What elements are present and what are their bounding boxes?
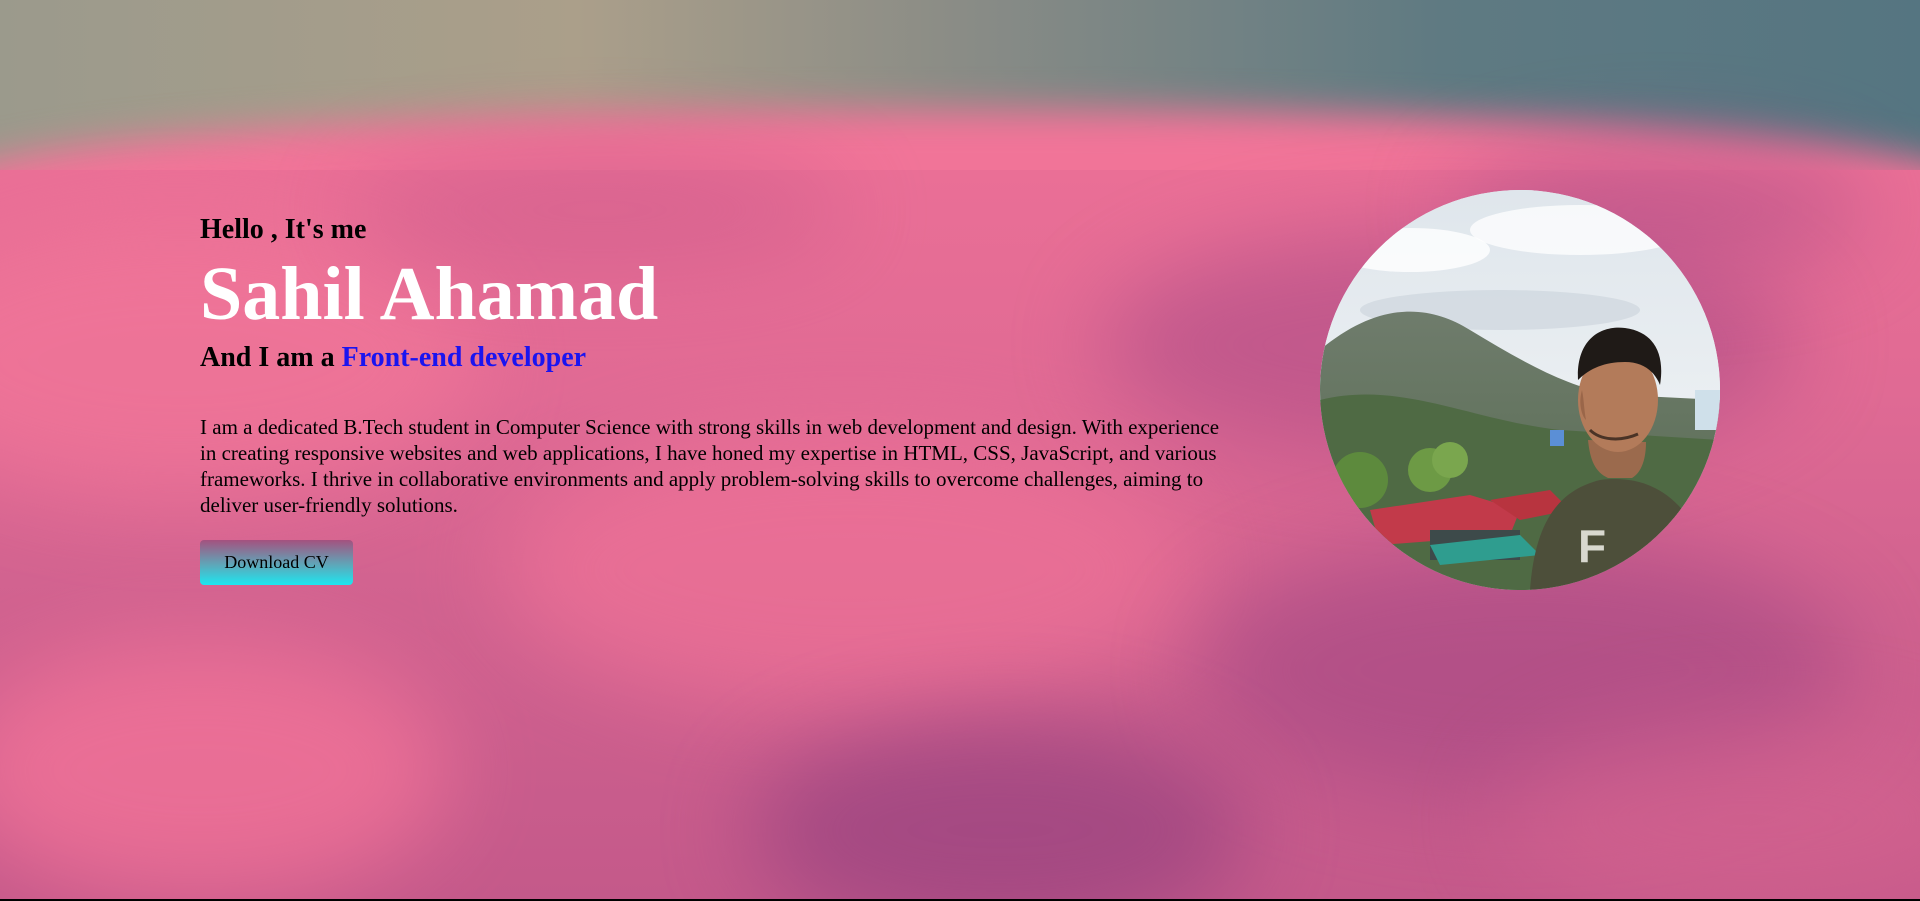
shirt-print-glyph: F (1578, 520, 1606, 572)
role-heading: And I am a Front-end developer (200, 340, 1230, 376)
download-cv-button[interactable]: Download CV (200, 540, 353, 585)
profile-photo-illustration: F (1320, 190, 1720, 590)
profile-photo: F (1320, 190, 1720, 590)
greeting-text: Hello , It's me (200, 214, 367, 245)
person-name: Sahil Ahamad (200, 252, 659, 336)
role-prefix: And I am a (200, 342, 342, 373)
role-highlight: Front-end developer (341, 342, 587, 373)
hero-section: Hello , It's me Sahil Ahamad And I am a … (200, 212, 1230, 585)
bio-paragraph: I am a dedicated B.Tech student in Compu… (200, 415, 1220, 517)
